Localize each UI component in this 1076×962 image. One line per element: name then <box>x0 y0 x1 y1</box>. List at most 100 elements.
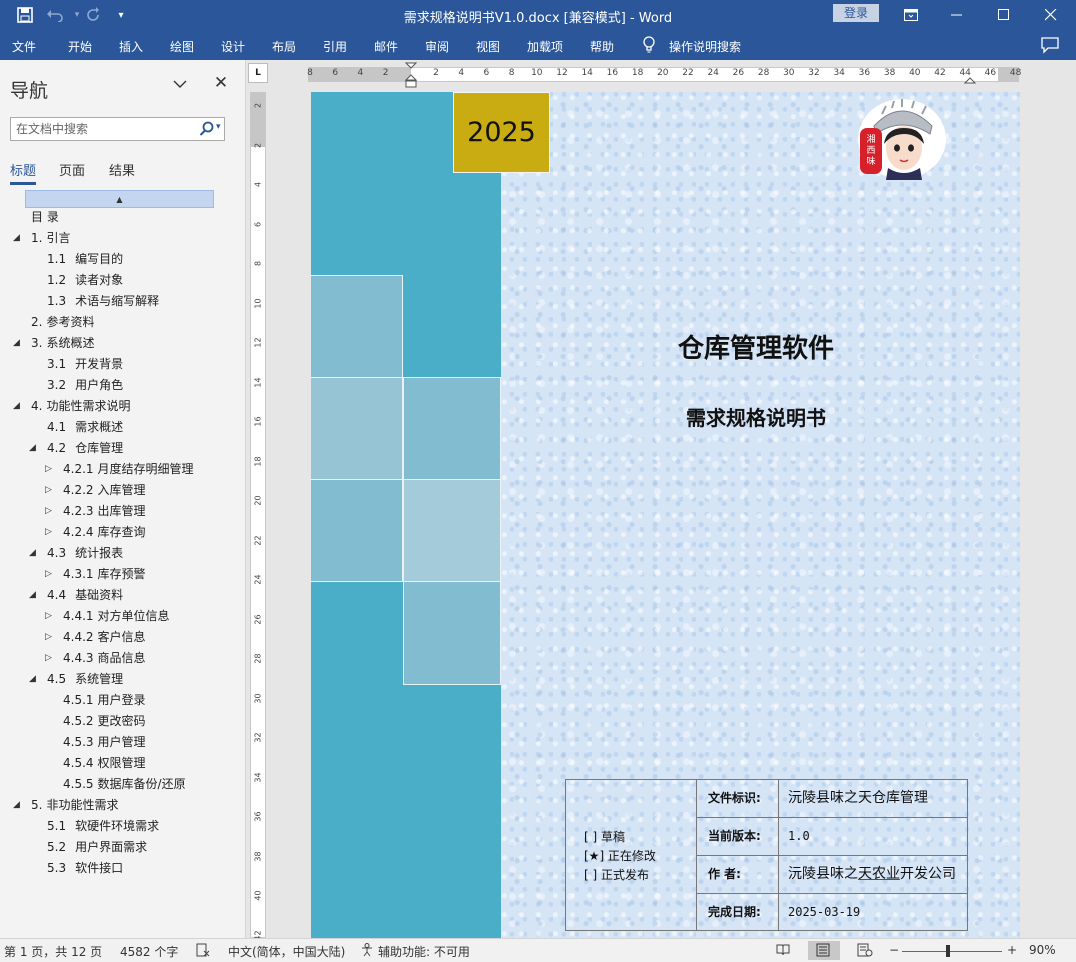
collapse-triangle-icon[interactable]: ▷ <box>45 522 55 542</box>
horizontal-ruler[interactable]: 8 6 4 2 2 4 6 8 10 12 14 16 18 20 22 24 26 28 30 32 34 36 38 40… <box>246 60 1076 88</box>
collapse-triangle-icon[interactable]: ▷ <box>45 501 55 521</box>
nav-heading-item[interactable]: 4.4 基础资料 <box>47 585 123 605</box>
expand-triangle-icon[interactable]: ◢ <box>29 585 39 605</box>
login-button[interactable]: 登录 <box>833 4 879 22</box>
customize-qat-icon[interactable]: ▾ <box>110 4 132 26</box>
tab-help[interactable]: 帮助 <box>590 38 614 55</box>
print-layout-icon[interactable] <box>808 941 840 960</box>
zoom-in-button[interactable]: + <box>1007 943 1017 957</box>
nav-heading-item[interactable]: 4.4.3 商品信息 <box>63 648 146 668</box>
nav-heading-item[interactable]: 4.5.2 更改密码 <box>63 711 146 731</box>
nav-heading-item[interactable]: 5.2 用户界面需求 <box>47 837 147 857</box>
collapse-triangle-icon[interactable]: ▷ <box>45 564 55 584</box>
collapse-triangle-icon[interactable]: ▷ <box>45 459 55 479</box>
nav-heading-item[interactable]: 4.2 仓库管理 <box>47 438 123 458</box>
nav-search-input[interactable] <box>16 119 196 139</box>
tab-draw[interactable]: 绘图 <box>170 38 194 55</box>
nav-heading-item[interactable]: 5. 非功能性需求 <box>31 795 118 815</box>
collapse-triangle-icon[interactable]: ▷ <box>45 648 55 668</box>
nav-heading-item[interactable]: 3.2 用户角色 <box>47 375 123 395</box>
collapse-triangle-icon[interactable]: ▷ <box>45 627 55 647</box>
nav-heading-item[interactable]: 4.3.1 库存预警 <box>63 564 146 584</box>
nav-heading-item[interactable]: 4.2.3 出库管理 <box>63 501 146 521</box>
nav-heading-item[interactable]: 1.2 读者对象 <box>47 270 123 290</box>
nav-heading-item[interactable]: 5.1 软硬件环境需求 <box>47 816 159 836</box>
nav-tab-pages[interactable]: 页面 <box>59 160 85 179</box>
tab-selector[interactable]: L <box>248 63 268 83</box>
zoom-slider[interactable] <box>902 951 1002 952</box>
nav-heading-item[interactable]: 1.3 术语与缩写解释 <box>47 291 159 311</box>
undo-icon[interactable] <box>44 4 66 26</box>
maximize-icon[interactable] <box>981 0 1027 30</box>
indent-marker-icon[interactable] <box>404 62 418 90</box>
read-mode-icon[interactable] <box>776 943 790 959</box>
page-count[interactable]: 第 1 页，共 12 页 <box>4 943 102 960</box>
expand-triangle-icon[interactable]: ◢ <box>13 396 23 416</box>
ribbon-display-options-icon[interactable] <box>888 0 934 30</box>
tab-layout[interactable]: 布局 <box>272 38 296 55</box>
document-page[interactable]: 2025 湘 西 味 仓库管理软件 需求规格说明书 [ ] 草稿 [★] 正在修… <box>311 92 1020 938</box>
word-count[interactable]: 4582 个字 <box>120 943 178 960</box>
nav-heading-item[interactable]: 1. 引言 <box>31 228 70 248</box>
lightbulb-icon[interactable] <box>642 36 656 54</box>
web-layout-icon[interactable] <box>857 943 873 960</box>
comment-icon[interactable] <box>1040 36 1060 54</box>
nav-heading-item[interactable]: 5.3 软件接口 <box>47 858 123 878</box>
language[interactable]: 中文(简体，中国大陆) <box>228 943 345 960</box>
tab-references[interactable]: 引用 <box>323 38 347 55</box>
nav-heading-item[interactable]: 2. 参考资料 <box>31 312 94 332</box>
zoom-slider-thumb[interactable] <box>946 945 950 957</box>
expand-triangle-icon[interactable]: ◢ <box>29 543 39 563</box>
zoom-out-button[interactable]: − <box>889 943 899 957</box>
search-icon[interactable] <box>199 121 215 137</box>
nav-heading-item[interactable]: 4.5.5 数据库备份/还原 <box>63 774 186 794</box>
nav-close-icon[interactable]: ✕ <box>212 74 230 92</box>
accessibility-icon[interactable] <box>360 943 376 960</box>
nav-heading-item[interactable]: 4.4.1 对方单位信息 <box>63 606 170 626</box>
expand-triangle-icon[interactable]: ◢ <box>13 333 23 353</box>
nav-heading-item[interactable]: 4.1 需求概述 <box>47 417 123 437</box>
nav-heading-item[interactable]: 3. 系统概述 <box>31 333 94 353</box>
tell-me-search[interactable]: 操作说明搜索 <box>669 38 741 55</box>
minimize-icon[interactable] <box>934 0 980 30</box>
zoom-level[interactable]: 90% <box>1029 943 1056 957</box>
collapse-triangle-icon[interactable]: ▷ <box>45 606 55 626</box>
expand-triangle-icon[interactable]: ◢ <box>13 228 23 248</box>
proofing-icon[interactable] <box>196 943 210 960</box>
nav-heading-item[interactable]: 4.5.1 用户登录 <box>63 690 146 710</box>
expand-triangle-icon[interactable]: ◢ <box>29 669 39 689</box>
search-options-dropdown-icon[interactable]: ▾ <box>216 122 221 132</box>
nav-heading-item[interactable]: 4.2.4 库存查询 <box>63 522 146 542</box>
nav-heading-item[interactable]: 3.1 开发背景 <box>47 354 123 374</box>
accessibility-status[interactable]: 辅助功能: 不可用 <box>378 943 470 960</box>
nav-tab-results[interactable]: 结果 <box>109 160 135 179</box>
tab-review[interactable]: 审阅 <box>425 38 449 55</box>
nav-heading-item[interactable]: 4. 功能性需求说明 <box>31 396 130 416</box>
nav-heading-item[interactable]: 4.2.2 入库管理 <box>63 480 146 500</box>
tab-file[interactable]: 文件 <box>12 38 36 55</box>
right-indent-marker-icon[interactable] <box>963 72 977 86</box>
expand-triangle-icon[interactable]: ◢ <box>29 438 39 458</box>
nav-heading-item[interactable]: 4.2.1 月度结存明细管理 <box>63 459 194 479</box>
nav-heading-item[interactable]: 4.3 统计报表 <box>47 543 123 563</box>
tab-design[interactable]: 设计 <box>221 38 245 55</box>
tab-insert[interactable]: 插入 <box>119 38 143 55</box>
collapse-triangle-icon[interactable]: ▷ <box>45 480 55 500</box>
redo-icon[interactable] <box>82 4 104 26</box>
nav-tab-headings[interactable]: 标题 <box>10 160 36 179</box>
nav-heading-item[interactable]: 目 录 <box>31 207 59 227</box>
close-icon[interactable] <box>1028 0 1074 30</box>
vertical-ruler[interactable]: 2 2 4 6 8 10 12 14 16 18 20 22 24 26 28 30 32 34 36 38 40 42 <box>250 92 266 940</box>
tab-home[interactable]: 开始 <box>68 38 92 55</box>
tab-addins[interactable]: 加载项 <box>527 38 563 55</box>
nav-heading-item[interactable]: 4.5.4 权限管理 <box>63 753 146 773</box>
nav-heading-item[interactable]: 4.4.2 客户信息 <box>63 627 146 647</box>
tab-view[interactable]: 视图 <box>476 38 500 55</box>
nav-heading-item[interactable]: 1.1 编写目的 <box>47 249 123 269</box>
nav-heading-item[interactable]: 4.5 系统管理 <box>47 669 123 689</box>
save-icon[interactable] <box>14 4 36 26</box>
chevron-down-icon[interactable] <box>172 76 188 92</box>
expand-triangle-icon[interactable]: ◢ <box>13 795 23 815</box>
tab-mailings[interactable]: 邮件 <box>374 38 398 55</box>
nav-heading-item[interactable]: 4.5.3 用户管理 <box>63 732 146 752</box>
